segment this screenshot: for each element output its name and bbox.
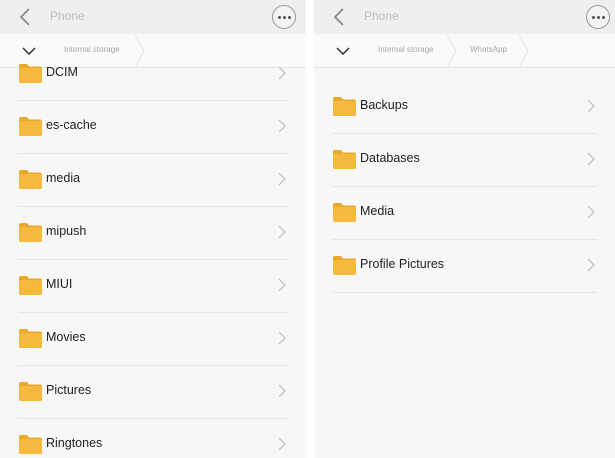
folder-name: MIUI (46, 277, 73, 291)
more-options-icon (591, 15, 605, 19)
breadcrumb-collapse-button[interactable] (332, 43, 354, 59)
folder-icon (19, 276, 42, 295)
folder-name: Media (360, 204, 395, 218)
top-bar: Phone (314, 0, 615, 34)
page-title: Phone (364, 9, 399, 23)
chevron-right-icon (587, 152, 595, 166)
folder-name: DCIM (46, 65, 78, 79)
chevron-right-icon (278, 66, 286, 80)
folder-row[interactable]: MIUI (0, 260, 306, 313)
folder-name: Movies (46, 330, 86, 344)
folder-name: mipush (46, 224, 87, 238)
more-options-button[interactable] (586, 5, 610, 29)
top-bar: Phone (0, 0, 306, 34)
breadcrumb-separator (518, 34, 529, 68)
chevron-right-icon (587, 99, 595, 113)
file-browser-pane-right: Phone Internal storage WhatsApp Backups D… (314, 0, 615, 458)
file-browser-pane-left: Phone Internal storage DCIM es-cache media… (0, 0, 306, 458)
folder-row[interactable]: mipush (0, 207, 306, 260)
folder-row[interactable]: Databases (314, 134, 615, 187)
breadcrumb: Internal storage WhatsApp (314, 34, 615, 68)
folder-row[interactable]: Movies (0, 313, 306, 366)
chevron-right-icon (278, 384, 286, 398)
folder-icon (333, 97, 356, 116)
back-button[interactable] (14, 6, 36, 28)
chevron-right-icon (278, 119, 286, 133)
chevron-right-icon (587, 258, 595, 272)
folder-name: es-cache (46, 118, 97, 132)
breadcrumb-item-whatsapp[interactable]: WhatsApp (470, 45, 507, 54)
folder-row[interactable]: media (0, 154, 306, 207)
row-divider (332, 292, 597, 293)
folder-row[interactable]: Backups (314, 81, 615, 134)
back-arrow-icon (19, 8, 30, 26)
breadcrumb-item-internal-storage[interactable]: Internal storage (378, 45, 434, 54)
more-options-icon (277, 15, 291, 19)
folder-name: Backups (360, 98, 408, 112)
folder-icon (333, 256, 356, 275)
folder-row[interactable]: Pictures (0, 366, 306, 419)
folder-name: Pictures (46, 383, 92, 397)
folder-icon (333, 150, 356, 169)
page-title: Phone (50, 9, 85, 23)
folder-row[interactable]: Media (314, 187, 615, 240)
folder-list: Backups Databases Media Profile Pictures (314, 68, 615, 458)
folder-list: DCIM es-cache media mipush MIUI Movies Picture… (0, 64, 306, 458)
folder-icon (19, 170, 42, 189)
folder-name: Databases (360, 151, 420, 165)
folder-row[interactable]: Ringtones (0, 419, 306, 458)
chevron-right-icon (278, 331, 286, 345)
folder-icon (19, 329, 42, 348)
chevron-right-icon (587, 205, 595, 219)
folder-icon (19, 223, 42, 242)
folder-name: media (46, 171, 81, 185)
breadcrumb-separator (446, 34, 457, 68)
folder-name: Ringtones (46, 436, 103, 450)
folder-row[interactable]: es-cache (0, 101, 306, 154)
folder-row[interactable]: DCIM (0, 48, 306, 101)
back-button[interactable] (328, 6, 350, 28)
folder-icon (333, 203, 356, 222)
chevron-right-icon (278, 225, 286, 239)
chevron-right-icon (278, 278, 286, 292)
folder-row[interactable]: Profile Pictures (314, 240, 615, 293)
chevron-right-icon (278, 437, 286, 451)
back-arrow-icon (333, 8, 344, 26)
folder-icon (19, 382, 42, 401)
chevron-down-icon (336, 47, 350, 55)
folder-icon (19, 64, 42, 83)
folder-icon (19, 117, 42, 136)
folder-name: Profile Pictures (360, 257, 445, 271)
folder-icon (19, 435, 42, 454)
more-options-button[interactable] (272, 5, 296, 29)
chevron-right-icon (278, 172, 286, 186)
